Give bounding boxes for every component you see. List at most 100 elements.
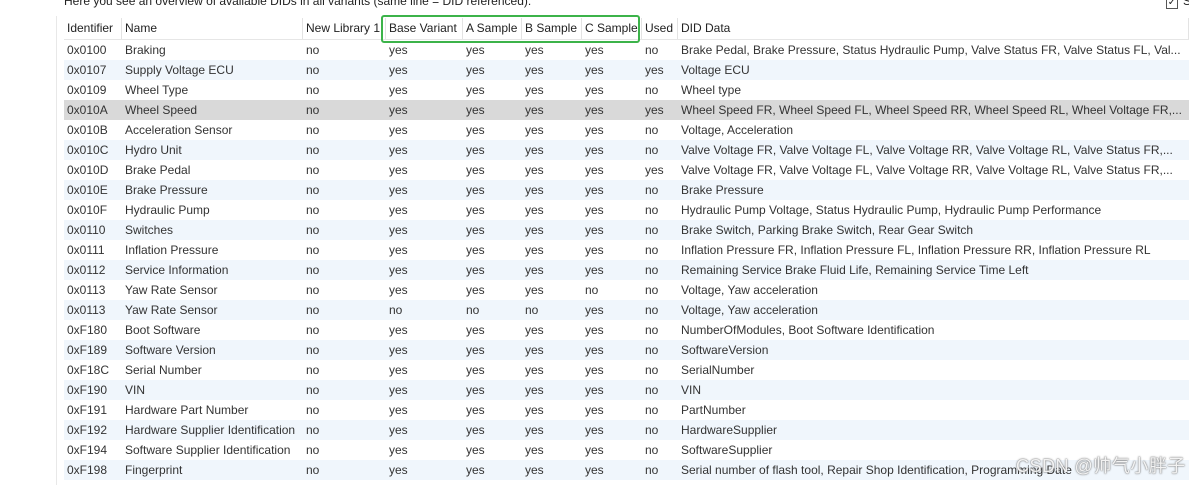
- cell-b-sample: yes: [525, 83, 544, 97]
- watermark: CSDN @帅气小胖子: [1016, 456, 1186, 476]
- overview-hint-text: Here you see an overview of available DI…: [64, 0, 532, 8]
- cell-name: Acceleration Sensor: [125, 123, 233, 137]
- cell-did-data: HardwareSupplier: [681, 423, 778, 437]
- cell-base-variant: yes: [389, 463, 408, 477]
- cell-a-sample: yes: [466, 243, 485, 257]
- cell-c-sample: yes: [585, 343, 604, 357]
- column-header-new-library[interactable]: New Library 1: [303, 18, 386, 39]
- cell-identifier: 0x0109: [67, 83, 107, 97]
- cell-used: no: [645, 323, 659, 337]
- table-row[interactable]: 0x0111 Inflation Pressure no yes yes yes yes no…: [64, 240, 1189, 260]
- cell-identifier: 0x0113: [67, 283, 106, 297]
- cell-base-variant: yes: [389, 43, 408, 57]
- table-row[interactable]: 0x0113 Yaw Rate Sensor no no no no yes no Voltag…: [64, 300, 1189, 320]
- table-row[interactable]: 0xF180 Boot Software no yes yes yes yes no Numbe…: [64, 320, 1189, 340]
- cell-base-variant: yes: [389, 123, 408, 137]
- cell-used: no: [645, 123, 659, 137]
- cell-identifier: 0xF180: [67, 323, 108, 337]
- cell-name: Braking: [125, 43, 166, 57]
- cell-identifier: 0x0107: [67, 63, 107, 77]
- table-row[interactable]: 0x0112 Service Information no yes yes yes yes n…: [64, 260, 1189, 280]
- cell-base-variant: yes: [389, 283, 408, 297]
- cell-c-sample: yes: [585, 303, 604, 317]
- top-checkbox[interactable]: ✓: [1166, 0, 1178, 9]
- column-header-did-data[interactable]: DID Data: [678, 18, 1189, 39]
- cell-new-library: no: [306, 43, 320, 57]
- cell-a-sample: yes: [466, 123, 485, 137]
- cell-base-variant: yes: [389, 263, 408, 277]
- table-row[interactable]: 0xF191 Hardware Part Number no yes yes yes yes…: [64, 400, 1189, 420]
- cell-new-library: no: [306, 423, 320, 437]
- cell-new-library: no: [306, 323, 320, 337]
- table-row[interactable]: 0xF189 Software Version no yes yes yes yes no So…: [64, 340, 1189, 360]
- cell-base-variant: no: [389, 303, 403, 317]
- cell-base-variant: yes: [389, 83, 408, 97]
- cell-a-sample: yes: [466, 423, 485, 437]
- cell-identifier: 0x010C: [67, 143, 109, 157]
- table-row[interactable]: 0xF192 Hardware Supplier Identification no…: [64, 420, 1189, 440]
- cell-name: Fingerprint: [125, 463, 183, 477]
- table-row[interactable]: 0x010B Acceleration Sensor no yes yes yes yes n…: [64, 120, 1189, 140]
- cell-identifier: 0x010D: [67, 163, 109, 177]
- cell-did-data: Brake Pedal, Brake Pressure, Status Hydr…: [681, 43, 1181, 57]
- cell-name: Supply Voltage ECU: [125, 63, 234, 77]
- table-row[interactable]: 0x010F Hydraulic Pump no yes yes yes yes no Hydr…: [64, 200, 1189, 220]
- cell-c-sample: yes: [585, 223, 604, 237]
- cell-new-library: no: [306, 303, 320, 317]
- cell-used: no: [645, 183, 659, 197]
- table-row[interactable]: 0x010D Brake Pedal no yes yes yes yes yes Valve …: [64, 160, 1189, 180]
- cell-used: no: [645, 463, 659, 477]
- cell-b-sample: yes: [525, 443, 544, 457]
- cell-used: no: [645, 403, 659, 417]
- cell-did-data: Voltage, Acceleration: [681, 123, 794, 137]
- cell-c-sample: yes: [585, 463, 604, 477]
- cell-a-sample: yes: [466, 183, 485, 197]
- cell-new-library: no: [306, 443, 320, 457]
- cell-base-variant: yes: [389, 383, 408, 397]
- cell-name: Wheel Type: [125, 83, 189, 97]
- cell-identifier: 0x010B: [67, 123, 108, 137]
- cell-new-library: no: [306, 123, 320, 137]
- cell-c-sample: yes: [585, 63, 604, 77]
- cell-a-sample: yes: [466, 143, 485, 157]
- cell-base-variant: yes: [389, 363, 408, 377]
- cell-a-sample: yes: [466, 103, 485, 117]
- cell-a-sample: yes: [466, 363, 485, 377]
- panel-divider: [56, 16, 57, 485]
- table-row[interactable]: 0x010E Brake Pressure no yes yes yes yes no Brak…: [64, 180, 1189, 200]
- table-row[interactable]: 0x0107 Supply Voltage ECU no yes yes yes yes ye…: [64, 60, 1189, 80]
- column-header-used[interactable]: Used: [642, 18, 678, 39]
- table-row[interactable]: 0xF190 VIN no yes yes yes yes no VIN: [64, 380, 1189, 400]
- cell-base-variant: yes: [389, 103, 408, 117]
- cell-used: no: [645, 343, 659, 357]
- cell-a-sample: yes: [466, 323, 485, 337]
- cell-did-data: Voltage, Yaw acceleration: [681, 303, 818, 317]
- cell-identifier: 0xF189: [67, 343, 108, 357]
- table-row[interactable]: 0xF18C Serial Number no yes yes yes yes no Seria…: [64, 360, 1189, 380]
- cell-used: no: [645, 83, 659, 97]
- cell-b-sample: yes: [525, 383, 544, 397]
- column-header-identifier[interactable]: Identifier: [64, 18, 122, 39]
- cell-c-sample: yes: [585, 263, 604, 277]
- cell-used: yes: [645, 63, 664, 77]
- cell-a-sample: yes: [466, 163, 485, 177]
- cell-b-sample: yes: [525, 103, 544, 117]
- column-header-name[interactable]: Name: [122, 18, 303, 39]
- table-row[interactable]: 0x010A Wheel Speed no yes yes yes yes yes Wheel …: [64, 100, 1189, 120]
- cell-a-sample: yes: [466, 223, 485, 237]
- cell-did-data: SerialNumber: [681, 363, 755, 377]
- cell-c-sample: yes: [585, 43, 604, 57]
- cell-name: Switches: [125, 223, 174, 237]
- table-row[interactable]: 0x0109 Wheel Type no yes yes yes yes no Wheel ty…: [64, 80, 1189, 100]
- cell-new-library: no: [306, 83, 320, 97]
- cell-identifier: 0x0110: [67, 223, 106, 237]
- cell-new-library: no: [306, 223, 320, 237]
- table-row[interactable]: 0x0110 Switches no yes yes yes yes no Brake Swit…: [64, 220, 1189, 240]
- cell-new-library: no: [306, 63, 320, 77]
- cell-identifier: 0x010E: [67, 183, 108, 197]
- table-row[interactable]: 0x0100 Braking no yes yes yes yes no Brake Pedal…: [64, 40, 1189, 60]
- cell-c-sample: yes: [585, 363, 604, 377]
- cell-c-sample: yes: [585, 123, 604, 137]
- table-row[interactable]: 0x0113 Yaw Rate Sensor no yes yes yes no no Volt…: [64, 280, 1189, 300]
- table-row[interactable]: 0x010C Hydro Unit no yes yes yes yes no Valve Vo…: [64, 140, 1189, 160]
